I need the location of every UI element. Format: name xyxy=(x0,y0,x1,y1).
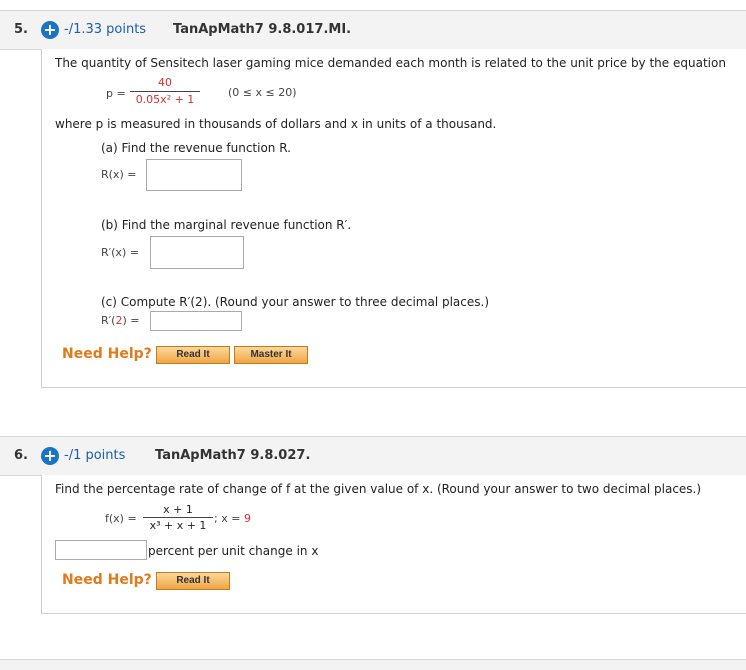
read-it-button[interactable]: Read It xyxy=(156,346,230,364)
question-body: The quantity of Sensitech laser gaming m… xyxy=(41,49,746,388)
fraction-bar xyxy=(130,91,200,92)
next-question-header xyxy=(0,659,746,670)
equation-denominator: 0.05x² + 1 xyxy=(135,93,195,106)
function-lhs: f(x) = xyxy=(105,512,137,525)
function-numerator: x + 1 xyxy=(163,503,193,516)
question-5: 5. + -/1.33 points TanApMath7 9.8.017.MI… xyxy=(0,10,746,390)
question-6: 6. + -/1 points TanApMath7 9.8.027. Find… xyxy=(0,436,746,614)
part-b-text: (b) Find the marginal revenue function R… xyxy=(101,218,352,232)
points-link[interactable]: -/1 points xyxy=(64,448,125,463)
answer-suffix: percent per unit change in x xyxy=(148,544,319,558)
function-denominator: x³ + x + 1 xyxy=(149,519,207,532)
question-code: TanApMath7 9.8.017.MI. xyxy=(173,22,352,37)
need-help-label: Need Help? xyxy=(62,346,152,362)
fraction-bar xyxy=(143,517,213,518)
compute-answer-input[interactable] xyxy=(150,311,242,331)
master-it-button[interactable]: Master It xyxy=(234,346,308,364)
question-header: 6. + -/1 points TanApMath7 9.8.027. xyxy=(0,436,746,476)
revenue-answer-input[interactable] xyxy=(146,159,242,191)
expand-plus-icon[interactable]: + xyxy=(41,447,59,465)
part-c-text: (c) Compute R′(2). (Round your answer to… xyxy=(101,295,489,309)
points-link[interactable]: -/1.33 points xyxy=(64,22,146,37)
part-c-label: R′(2) = xyxy=(101,314,139,327)
part-a-label: R(x) = xyxy=(101,168,137,181)
where-text: where p is measured in thousands of doll… xyxy=(55,117,497,131)
question-header: 5. + -/1.33 points TanApMath7 9.8.017.MI… xyxy=(0,10,746,50)
read-it-button[interactable]: Read It xyxy=(156,572,230,590)
evaluation-point-prefix: ; x = xyxy=(214,512,244,525)
question-intro: Find the percentage rate of change of f … xyxy=(55,482,702,496)
part-c-label-suffix: ) = xyxy=(122,314,140,327)
equation-numerator: 40 xyxy=(158,76,172,89)
question-code: TanApMath7 9.8.027. xyxy=(155,448,311,463)
evaluation-point: ; x = 9 xyxy=(214,512,251,525)
equation-lhs: p = xyxy=(106,87,126,100)
question-number: 5. xyxy=(14,22,28,37)
need-help-label: Need Help? xyxy=(62,572,152,588)
question-intro: The quantity of Sensitech laser gaming m… xyxy=(55,56,726,70)
expand-plus-icon[interactable]: + xyxy=(41,21,59,39)
question-body: Find the percentage rate of change of f … xyxy=(41,475,746,614)
question-number: 6. xyxy=(14,448,28,463)
equation-domain: (0 ≤ x ≤ 20) xyxy=(228,86,297,99)
percentage-answer-input[interactable] xyxy=(55,540,147,560)
part-a-text: (a) Find the revenue function R. xyxy=(101,141,291,155)
part-c-label-prefix: R′( xyxy=(101,314,116,327)
part-b-label: R′(x) = xyxy=(101,246,139,259)
evaluation-point-value: 9 xyxy=(243,512,251,525)
marginal-revenue-answer-input[interactable] xyxy=(150,236,244,269)
